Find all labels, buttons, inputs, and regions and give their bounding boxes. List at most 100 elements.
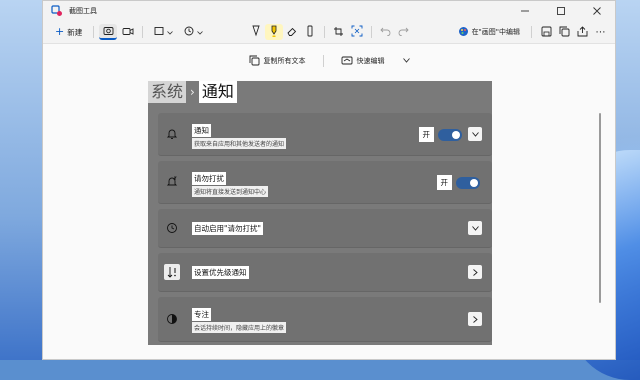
row-subtitle: 会话持续时间，隐藏应用上的徽章 [192,322,287,333]
copy-all-text-label: 复制所有文本 [263,57,306,65]
chevron-down-icon [196,28,203,37]
eraser-icon [286,26,297,39]
row-subtitle: 获取来自应用和其他发送者的通知 [192,138,287,149]
row-title: 自动启用"请勿打扰" [192,222,263,235]
ballpoint-pen-icon [251,25,261,39]
auto-dnd-text: 自动启用"请勿打扰" [192,222,263,235]
quick-redact-dropdown[interactable] [397,52,416,70]
ruler-button[interactable] [301,24,319,40]
more-horizontal-icon: ⋯ [595,26,606,38]
row-title: 请勿打扰 [192,172,226,185]
priority-sort-icon [164,264,180,280]
breadcrumb-current: 通知 [198,81,237,103]
row-subtitle: 通知将直接发送到通知中心 [192,186,269,197]
chevron-down-icon [402,57,410,65]
chevron-down-icon [166,28,173,37]
bell-snooze-icon [164,174,180,190]
redact-icon [341,55,353,68]
video-camera-icon [122,26,134,39]
edit-in-paint-button[interactable]: 在"画图"中编辑 [452,24,526,40]
quick-redact-label: 快速编辑 [356,57,385,65]
notifications-toggle[interactable] [438,128,462,141]
copy-text-icon [249,55,260,68]
more-options-button[interactable]: ⋯ [591,24,609,40]
notifications-toggle-group: 开 [418,127,462,142]
snipping-tool-app-icon [51,5,63,17]
title-bar[interactable]: 截图工具 [43,1,615,21]
highlighter-icon [269,25,279,40]
text-scan-icon [351,25,363,39]
focus-text: 专注 会话持续时间，隐藏应用上的徽章 [192,308,287,333]
redo-button[interactable] [395,24,413,40]
copy-icon [559,26,570,39]
screenshot-mode-button[interactable] [99,24,118,40]
focus-row: 专注 会话持续时间，隐藏应用上的徽章 [158,297,492,342]
screenshot-canvas: 系统 › 通知 通知 获取来自应用和其他发送者的通知 开 请勿打扰 通知将直接发… [148,81,492,345]
copy-button[interactable] [555,24,573,40]
focus-icon [164,311,180,327]
navigate-button[interactable] [468,265,482,279]
video-mode-button[interactable] [119,24,137,40]
rectangle-snip-icon [154,26,164,38]
redo-icon [398,26,410,38]
text-action-bar: 复制所有文本 快速编辑 [43,44,615,78]
share-icon [577,25,588,39]
new-snip-label: 新建 [67,27,83,37]
toolbar-divider [93,26,95,38]
toolbar-divider [531,26,533,38]
chevron-right-icon [472,315,478,323]
ballpoint-pen-button[interactable] [247,24,265,40]
screenshot-breadcrumb: 系统 › 通知 [148,81,237,103]
row-title: 专注 [192,308,211,321]
quick-redact-button[interactable]: 快速编辑 [335,52,391,70]
do-not-disturb-toggle-group: 开 [436,175,480,190]
snip-shape-dropdown[interactable] [148,24,178,40]
clock-icon [184,26,194,38]
share-button[interactable] [573,24,591,40]
do-not-disturb-toggle[interactable] [456,176,480,189]
close-button[interactable] [579,1,615,21]
plus-icon: + [55,25,65,38]
priority-notifications-row: 设置优先级通知 [158,253,492,292]
save-button[interactable] [537,24,555,40]
auto-dnd-row: 自动启用"请勿打扰" [158,209,492,248]
toggle-state-label: 开 [418,127,434,142]
chevron-down-icon [471,131,479,137]
undo-button[interactable] [377,24,395,40]
crop-button[interactable] [330,24,348,40]
chevron-down-icon [471,225,479,231]
breadcrumb-separator: › [190,85,195,99]
undo-icon [380,26,391,38]
minimize-button[interactable] [507,1,543,21]
window-title: 截图工具 [69,7,97,15]
paint-palette-icon [458,26,469,39]
notifications-row: 通知 获取来自应用和其他发送者的通知 开 [158,113,492,156]
row-title: 通知 [192,124,211,137]
crop-icon [333,26,344,39]
bell-icon [164,126,180,142]
vertical-scrollbar[interactable] [599,113,601,303]
eraser-button[interactable] [283,24,301,40]
snipping-tool-window: 截图工具 + 新建 在"画图"中编辑 ⋯ 复制所有文本 快速编辑 系统 › 通知… [42,0,616,360]
toolbar-divider [370,26,372,38]
camera-icon [103,25,114,38]
expand-button[interactable] [468,127,482,141]
notifications-text: 通知 获取来自应用和其他发送者的通知 [192,124,287,149]
delay-dropdown[interactable] [178,24,208,40]
toolbar: + 新建 在"画图"中编辑 ⋯ [43,21,615,44]
priority-notifications-text: 设置优先级通知 [192,266,249,279]
action-divider [322,55,324,67]
new-snip-button[interactable]: + 新建 [49,24,88,40]
copy-all-text-button[interactable]: 复制所有文本 [243,52,312,70]
toolbar-divider [323,26,325,38]
text-actions-button[interactable] [348,24,366,40]
navigate-button[interactable] [468,312,482,326]
toolbar-divider [142,26,144,38]
ruler-icon [306,25,314,39]
save-icon [541,26,552,39]
expand-button[interactable] [468,221,482,235]
breadcrumb-parent: 系统 [148,81,187,103]
maximize-button[interactable] [543,1,579,21]
do-not-disturb-text: 请勿打扰 通知将直接发送到通知中心 [192,172,269,197]
highlighter-button[interactable] [264,24,283,40]
